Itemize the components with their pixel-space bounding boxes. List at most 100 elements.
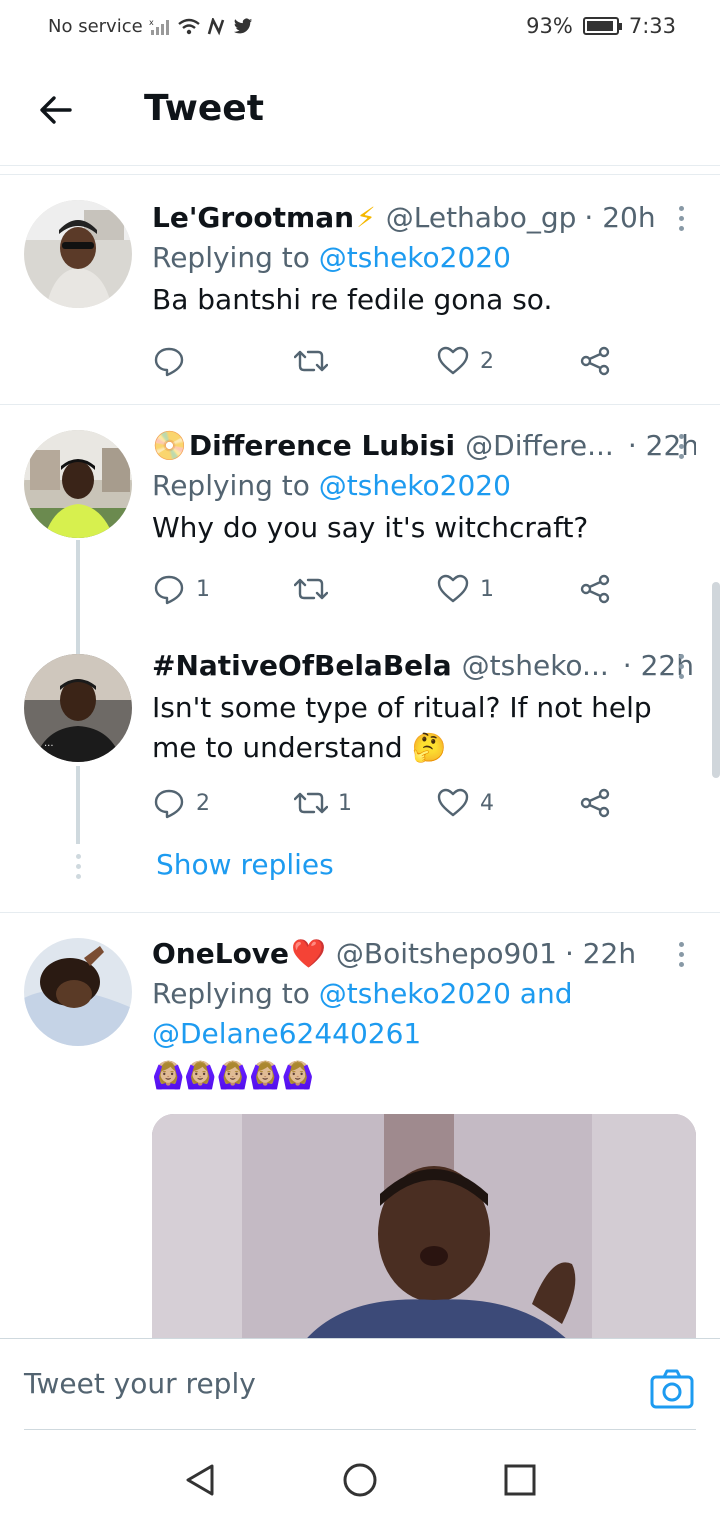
like-count: 1 <box>480 576 494 602</box>
header: Tweet <box>0 56 720 166</box>
lightning-emoji: ⚡ <box>356 201 376 234</box>
more-options-icon[interactable] <box>666 936 696 972</box>
avatar[interactable] <box>24 430 132 538</box>
tweet-body: 📀 Difference Lubisi @Differe... · 22h Re… <box>152 426 696 548</box>
thread-line <box>76 766 80 844</box>
tweet-text: 🙆🏼‍♀️🙆🏼‍♀️🙆🏼‍♀️🙆🏼‍♀️🙆🏼‍♀️ <box>152 1061 314 1091</box>
tweet-header: #NativeOfBelaBela @tsheko... · 22h <box>152 646 696 686</box>
retweet-button[interactable] <box>294 572 338 606</box>
show-replies-link[interactable]: Show replies <box>156 848 334 881</box>
mention-link[interactable]: @tsheko2020 <box>319 469 511 502</box>
reply-button[interactable]: 2 <box>152 786 210 820</box>
tweet-divider <box>0 912 720 913</box>
tweet-media-image[interactable] <box>152 1114 696 1344</box>
reply-icon <box>154 575 184 605</box>
share-button[interactable] <box>578 786 612 820</box>
handle[interactable]: @Lethabo_gp <box>386 198 577 238</box>
display-name[interactable]: Difference Lubisi <box>189 426 455 466</box>
home-circle-icon[interactable] <box>342 1462 378 1498</box>
media-photo <box>152 1114 696 1344</box>
tweet-body: #NativeOfBelaBela @tsheko... · 22h Isn't… <box>152 646 696 768</box>
replying-to: Replying to @tsheko2020 <box>152 466 696 506</box>
tweet-text: Ba bantshi re fedile gona so. <box>152 283 553 316</box>
mention-link[interactable]: @tsheko2020 <box>319 241 511 274</box>
tweet-text: Why do you say it's witchcraft? <box>152 511 589 544</box>
avatar-photo <box>24 938 132 1046</box>
tweet-header: 📀 Difference Lubisi @Differe... · 22h <box>152 426 696 466</box>
heart-icon <box>437 574 469 603</box>
retweet-icon <box>294 792 328 814</box>
share-button[interactable] <box>578 344 612 378</box>
share-icon <box>580 788 610 818</box>
back-arrow-icon[interactable] <box>34 88 78 132</box>
avatar[interactable]: ... <box>24 654 132 762</box>
display-name[interactable]: #NativeOfBelaBela <box>152 646 452 686</box>
tweet-actions: 2 1 4 <box>152 786 622 826</box>
thread-line <box>76 540 80 664</box>
replying-prefix: Replying to <box>152 469 310 502</box>
share-icon <box>580 574 610 604</box>
tweet-header: OneLove ❤️ @Boitshepo901 · 22h <box>152 934 696 974</box>
replying-prefix: Replying to <box>152 241 310 274</box>
retweet-button[interactable] <box>294 344 338 378</box>
heart-icon <box>437 788 469 817</box>
replying-to: Replying to @tsheko2020 <box>152 238 696 278</box>
like-button[interactable]: 1 <box>436 572 494 606</box>
share-button[interactable] <box>578 572 612 606</box>
camera-icon[interactable] <box>650 1369 694 1409</box>
more-options-icon[interactable] <box>666 428 696 464</box>
avatar-photo: ... <box>24 654 132 762</box>
carrier-text: No service <box>48 16 143 37</box>
battery-fill <box>586 21 613 31</box>
like-button[interactable]: 2 <box>436 344 494 378</box>
timestamp: · 20h <box>584 201 656 234</box>
tweet-divider <box>0 404 720 405</box>
like-count: 2 <box>480 348 494 374</box>
avatar-photo <box>24 430 132 538</box>
svg-text:x: x <box>149 18 154 27</box>
share-icon <box>580 346 610 376</box>
reply-button[interactable] <box>152 344 196 378</box>
reply-button[interactable]: 1 <box>152 572 210 606</box>
reply-icon <box>154 789 184 819</box>
reply-compose-bar: Tweet your reply <box>0 1338 720 1431</box>
handle[interactable]: @tsheko... <box>462 646 609 686</box>
like-count: 4 <box>480 790 494 816</box>
tweet-header: Le'Grootman ⚡ @Lethabo_gp · 20h <box>152 198 696 238</box>
reply-count: 1 <box>196 576 210 602</box>
tweet-text: Isn't some type of ritual? If not help m… <box>152 691 652 764</box>
avatar[interactable] <box>24 200 132 308</box>
recents-square-icon[interactable] <box>502 1462 538 1498</box>
avatar[interactable] <box>24 938 132 1046</box>
display-name[interactable]: OneLove <box>152 934 289 974</box>
retweet-icon <box>294 350 328 372</box>
like-button[interactable]: 4 <box>436 786 494 820</box>
nfc-icon <box>207 17 224 35</box>
retweet-button[interactable]: 1 <box>294 786 352 820</box>
reply-icon <box>154 347 184 377</box>
battery-icon <box>582 17 622 35</box>
tweet-body: OneLove ❤️ @Boitshepo901 · 22h Replying … <box>152 934 696 1096</box>
heart-emoji: ❤️ <box>291 937 326 970</box>
signal-icon: x <box>149 18 169 35</box>
more-options-icon[interactable] <box>666 200 696 236</box>
reply-count: 2 <box>196 790 210 816</box>
tweet-actions: 2 <box>152 344 622 384</box>
thread-continuation-dots <box>74 854 82 879</box>
back-triangle-icon[interactable] <box>182 1462 218 1498</box>
heart-icon <box>437 346 469 375</box>
retweet-count: 1 <box>338 790 352 816</box>
scrollbar[interactable] <box>712 582 720 778</box>
more-options-icon[interactable] <box>666 648 696 684</box>
status-right: 93% 7:33 <box>526 14 676 38</box>
disc-emoji: 📀 <box>152 429 187 462</box>
display-name[interactable]: Le'Grootman <box>152 198 354 238</box>
handle[interactable]: @Differe... <box>465 426 614 466</box>
handle[interactable]: @Boitshepo901 <box>336 934 557 974</box>
reply-input[interactable]: Tweet your reply <box>24 1367 256 1400</box>
timestamp: · 22h <box>564 937 637 970</box>
avatar-photo <box>24 200 132 308</box>
tweet-body: Le'Grootman ⚡ @Lethabo_gp · 20h Replying… <box>152 198 696 320</box>
retweet-icon <box>294 578 328 600</box>
status-bar: No service x 93% 7:33 <box>0 0 720 56</box>
